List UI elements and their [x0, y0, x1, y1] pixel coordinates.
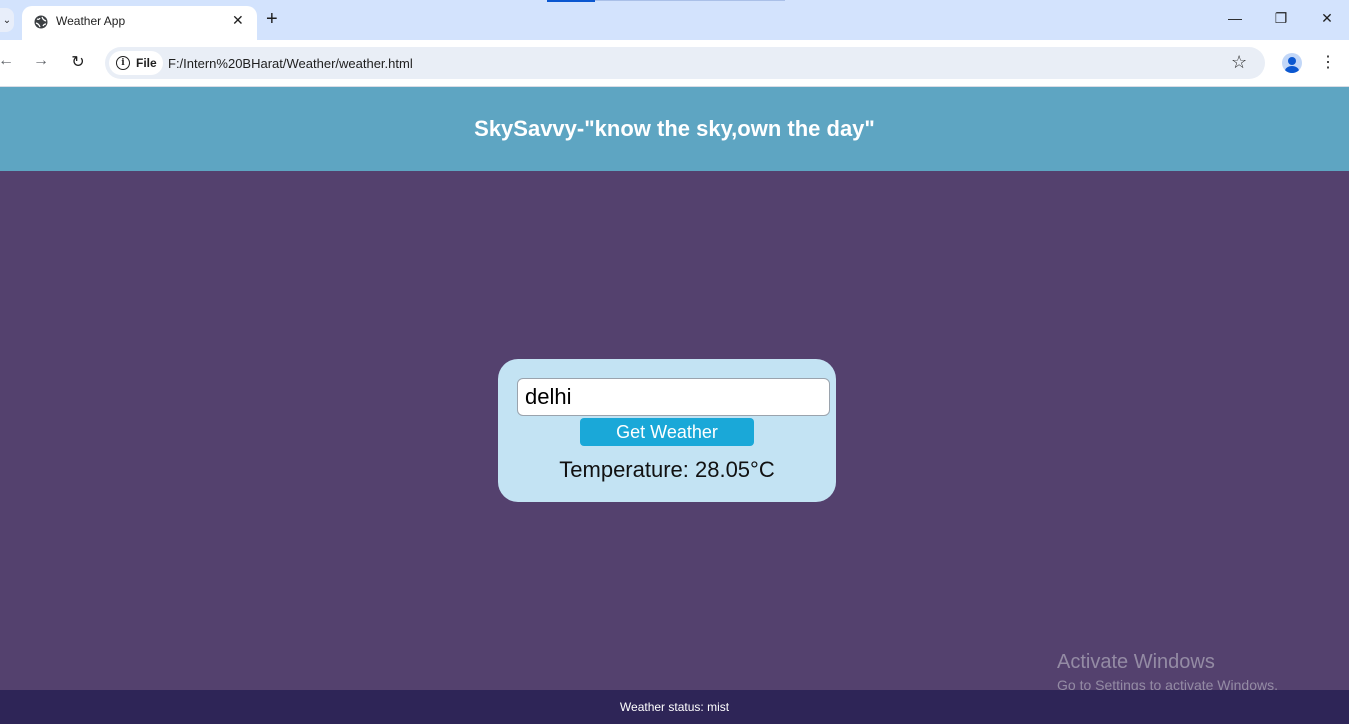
site-info-label: File	[136, 56, 157, 70]
window-close-icon[interactable]: ✕	[1317, 10, 1337, 27]
bookmark-star-icon[interactable]: ☆	[1231, 52, 1247, 73]
get-weather-button[interactable]: Get Weather	[580, 418, 754, 446]
minimize-icon[interactable]: —	[1225, 10, 1245, 26]
weather-card: Get Weather Temperature: 28.05°C	[498, 359, 836, 502]
reload-icon[interactable]: ↻	[68, 52, 88, 72]
tab-search-button[interactable]: ⌄	[0, 8, 14, 32]
new-tab-button[interactable]: +	[266, 8, 278, 30]
tab-strip-indicator-track	[595, 0, 785, 1]
info-icon: i	[116, 56, 130, 70]
page-header: SkySavvy-"know the sky,own the day"	[0, 87, 1349, 171]
activation-watermark-title: Activate Windows	[1057, 651, 1215, 673]
url-text[interactable]: F:/Intern%20BHarat/Weather/weather.html	[168, 56, 413, 71]
weather-status-text: Weather status: mist	[619, 700, 730, 714]
forward-arrow-icon[interactable]: →	[31, 52, 51, 70]
address-bar[interactable]: i File F:/Intern%20BHarat/Weather/weathe…	[105, 47, 1265, 79]
globe-icon	[34, 15, 48, 29]
chevron-down-icon: ⌄	[2, 14, 12, 26]
browser-toolbar: ← → ↻ i File F:/Intern%20BHarat/Weather/…	[0, 40, 1349, 87]
tab-close-icon[interactable]: ✕	[232, 12, 244, 29]
restore-icon[interactable]: ❐	[1271, 10, 1291, 27]
browser-tab-strip: ⌄ Weather App ✕ + — ❐ ✕	[0, 0, 1349, 40]
site-info-chip[interactable]: i File	[109, 51, 163, 75]
temperature-display: Temperature: 28.05°C	[559, 457, 775, 482]
browser-menu-icon[interactable]: ⋮	[1320, 52, 1336, 72]
profile-avatar-icon[interactable]	[1282, 53, 1302, 73]
page-title: SkySavvy-"know the sky,own the day"	[474, 116, 875, 141]
back-arrow-icon[interactable]: ←	[0, 52, 16, 70]
tab-title: Weather App	[56, 14, 126, 28]
page-footer: Weather status: mist	[0, 690, 1349, 724]
browser-tab[interactable]: Weather App ✕	[22, 6, 257, 40]
city-input[interactable]	[517, 378, 830, 416]
tab-strip-indicator	[547, 0, 595, 2]
